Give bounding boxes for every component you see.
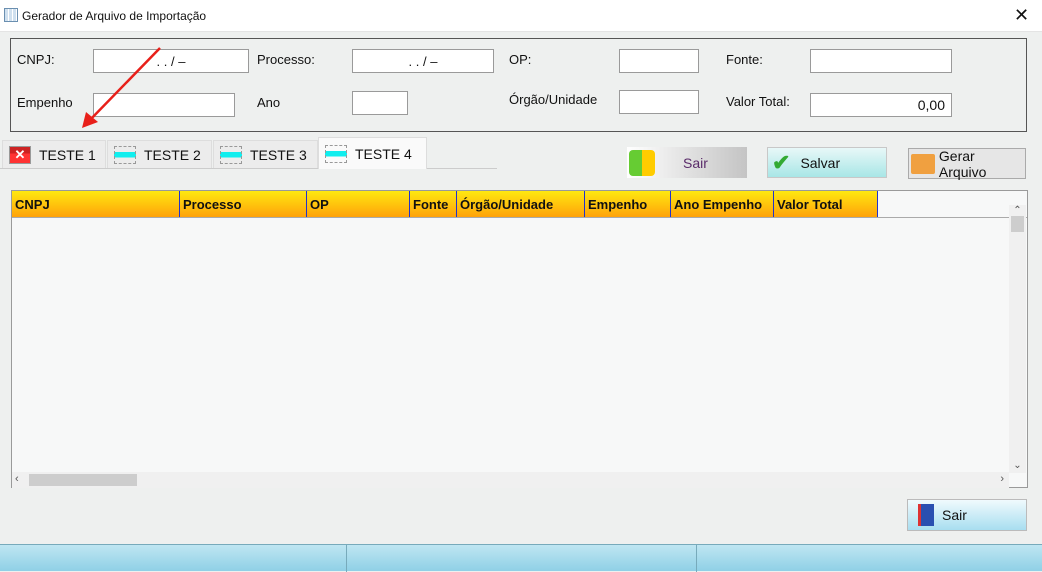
sair-top-button[interactable]: Sair [627,147,747,178]
horizontal-scrollbar[interactable]: ‹ › [12,472,1009,488]
tab-label: TESTE 2 [144,146,201,163]
column-header-cnpj[interactable]: CNPJ [12,191,180,217]
column-header-fonte[interactable]: Fonte [410,191,457,217]
orgao-input[interactable] [619,90,699,114]
vertical-scrollbar[interactable]: ⌃ ⌄ [1009,205,1026,473]
tab-teste-1[interactable]: ✕ TESTE 1 [2,140,106,168]
horizontal-scroll-thumb[interactable] [29,474,137,486]
header-divider [12,217,1027,218]
tab-teste-4[interactable]: TESTE 4 [318,137,427,169]
column-header-valor-total[interactable]: Valor Total [774,191,878,217]
tab-label: TESTE 3 [250,146,307,163]
op-label: OP: [509,52,532,67]
vertical-scroll-thumb[interactable] [1011,216,1024,232]
tab-teste-2[interactable]: TESTE 2 [107,140,212,168]
tab-teste-3[interactable]: TESTE 3 [213,140,318,168]
check-icon: ✔ [772,149,791,175]
ano-input[interactable] [352,91,408,115]
tab-label: TESTE 1 [39,146,96,163]
valor-label: Valor Total: [726,94,790,109]
processo-label: Processo: [257,52,315,67]
window-title: Gerador de Arquivo de Importação [22,9,207,23]
printer-icon [325,144,347,163]
status-bar [0,544,1042,572]
title-bar: Gerador de Arquivo de Importação ✕ [0,0,1042,32]
data-grid[interactable]: CNPJ Processo OP Fonte Órgão/Unidade Emp… [11,190,1028,488]
printer-icon [220,145,242,164]
exit-person-icon [629,149,655,176]
cnpj-label: CNPJ: [17,52,55,67]
valor-input[interactable]: 0,00 [810,93,952,117]
column-header-empenho[interactable]: Empenho [585,191,671,217]
column-header-orgao[interactable]: Órgão/Unidade [457,191,585,217]
ano-label: Ano [257,95,281,110]
empenho-label: Empenho [17,95,73,110]
gerar-arquivo-button[interactable]: Gerar Arquivo [908,148,1026,180]
column-header-op[interactable]: OP [307,191,410,217]
processo-input[interactable]: . . / – [352,49,494,73]
fonte-label: Fonte: [726,52,763,67]
salvar-button[interactable]: ✔ Salvar [767,147,887,178]
column-header-ano-empenho[interactable]: Ano Empenho [671,191,774,217]
fonte-input[interactable] [810,49,952,73]
sair-bottom-button[interactable]: Sair [907,499,1027,531]
column-header-processo[interactable]: Processo [180,191,307,217]
tab-label: TESTE 4 [355,145,412,162]
folder-add-icon [911,153,935,174]
close-x-icon: ✕ [9,145,31,164]
printer-icon [114,145,136,164]
close-icon[interactable]: ✕ [1014,5,1029,26]
app-icon [4,8,18,22]
orgao-label: Órgão/Unidade [509,92,598,107]
door-exit-icon [918,504,934,526]
op-input[interactable] [619,49,699,73]
red-arrow-annotation [82,47,161,128]
